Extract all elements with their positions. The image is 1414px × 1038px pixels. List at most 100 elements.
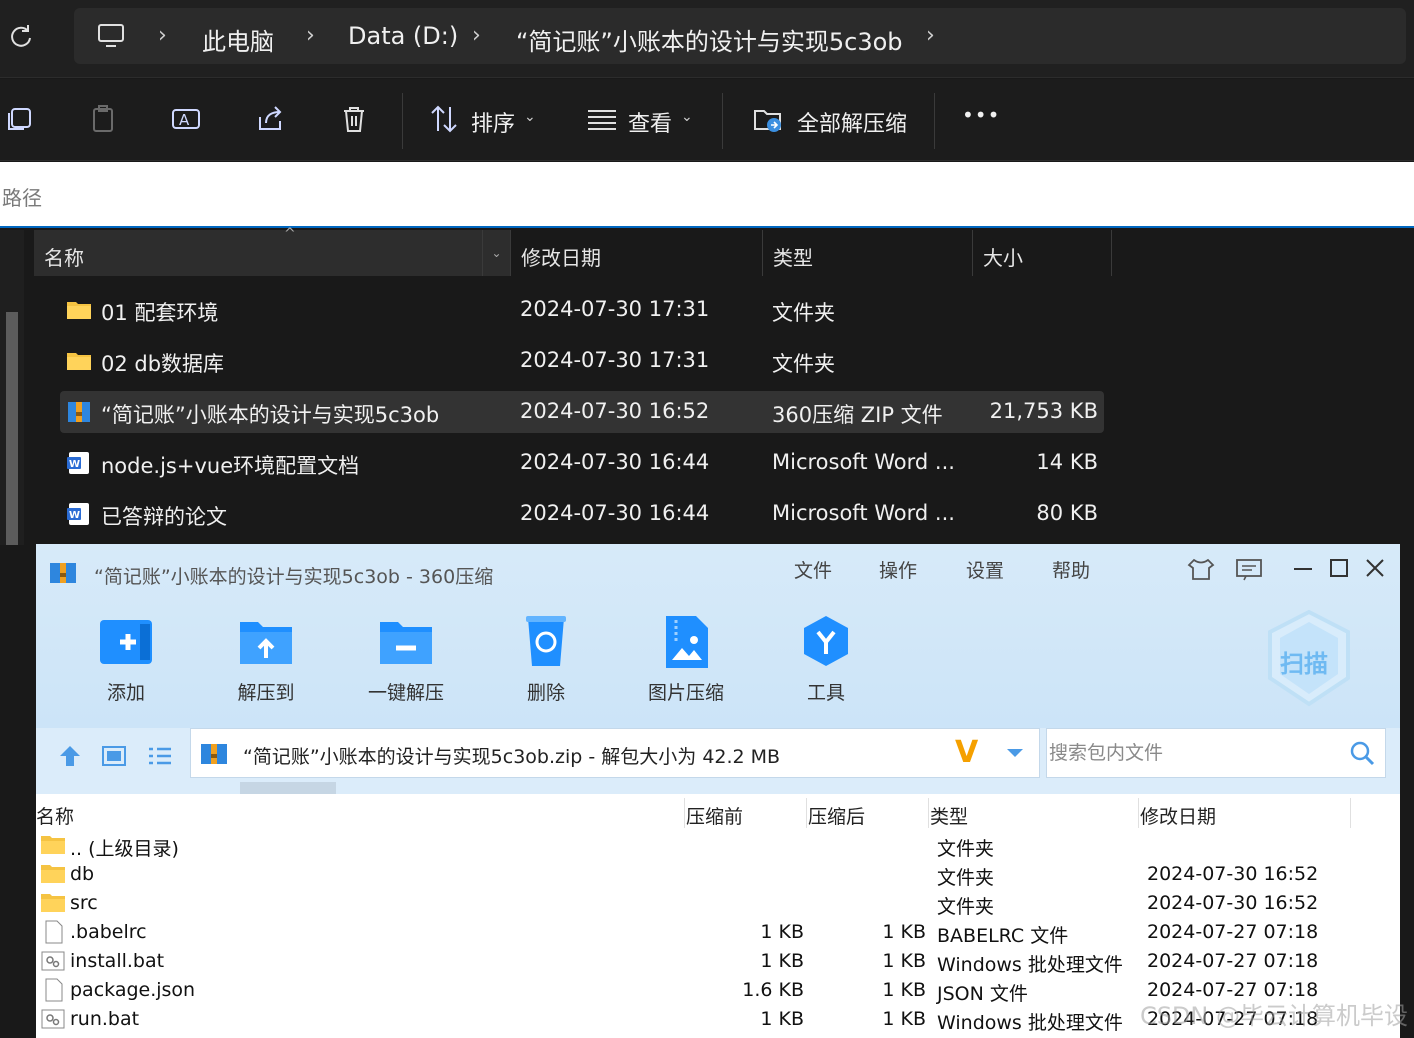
column-divider[interactable] — [1350, 798, 1351, 828]
tools-icon — [804, 616, 848, 666]
archive-row[interactable]: .. (上级目录) 文件夹 — [36, 831, 1400, 860]
sort-button[interactable]: 排序 — [471, 106, 515, 138]
file-row-selected[interactable]: “简记账”小账本的设计与实现5c3ob 2024-07-30 16:52 360… — [60, 391, 1104, 433]
column-header-modified[interactable]: 修改日期 — [510, 230, 762, 276]
share-icon[interactable] — [254, 103, 286, 135]
column-header-after[interactable]: 压缩后 — [808, 802, 865, 829]
list-view-icon[interactable] — [146, 742, 174, 770]
file-row[interactable]: W 已答辩的论文 2024-07-30 16:44 Microsoft Word… — [60, 493, 1104, 535]
thumbnail-view-icon[interactable] — [100, 742, 128, 770]
rename-icon[interactable]: A — [170, 103, 202, 135]
entry-name: package.json — [70, 979, 196, 1001]
close-icon[interactable] — [1358, 554, 1392, 584]
breadcrumb-drive[interactable]: Data (D:) — [348, 22, 458, 50]
column-header-name[interactable]: 名称 — [36, 802, 74, 829]
toolbar-divider — [722, 93, 723, 149]
chevron-down-icon[interactable]: ⌄ — [482, 230, 510, 276]
up-arrow-icon[interactable] — [56, 742, 84, 770]
skin-icon[interactable] — [1184, 554, 1218, 584]
verified-v-icon[interactable]: V — [955, 735, 978, 770]
folder-icon — [41, 865, 65, 883]
column-divider[interactable] — [928, 798, 929, 828]
column-divider[interactable] — [1138, 798, 1139, 828]
column-divider[interactable] — [684, 798, 685, 828]
paste-icon[interactable] — [88, 103, 120, 135]
one-click-extract-button[interactable]: 一键解压 — [346, 614, 466, 714]
chevron-down-icon[interactable]: ⌄ — [524, 109, 536, 125]
path-input[interactable]: 路径 — [0, 162, 1414, 228]
nav-pane-scrollbar[interactable] — [0, 230, 24, 545]
menu-settings[interactable]: 设置 — [966, 556, 1004, 583]
file-row[interactable]: 01 配套环境 2024-07-30 17:31 文件夹 — [60, 289, 1104, 331]
batch-file-icon — [41, 951, 65, 971]
archive-row[interactable]: install.bat 1 KB 1 KB Windows 批处理文件 2024… — [36, 947, 1400, 976]
scan-button[interactable]: 扫描 — [1264, 608, 1354, 708]
archive-row[interactable]: db 文件夹 2024-07-30 16:52 — [36, 860, 1400, 889]
entry-type: 文件夹 — [937, 867, 995, 889]
toolbar-divider — [402, 93, 403, 149]
add-button[interactable]: 添加 — [66, 614, 186, 714]
archive-column-headers: 名称 压缩前 压缩后 类型 修改日期 — [36, 798, 1400, 828]
archive-row[interactable]: src 文件夹 2024-07-30 16:52 — [36, 889, 1400, 918]
image-compress-button[interactable]: 图片压缩 — [626, 614, 746, 714]
column-header-size[interactable]: 大小 — [972, 230, 1112, 276]
sort-icon[interactable] — [428, 103, 460, 135]
tool-label: 图片压缩 — [647, 682, 724, 704]
view-icon[interactable] — [586, 103, 618, 135]
extract-all-button[interactable]: 全部解压缩 — [797, 106, 907, 138]
extract-to-button[interactable]: 解压到 — [206, 614, 326, 714]
archive-search-input[interactable] — [1049, 739, 1339, 767]
extract-all-icon[interactable] — [752, 103, 784, 135]
view-button[interactable]: 查看 — [628, 106, 672, 138]
column-header-before[interactable]: 压缩前 — [686, 802, 743, 829]
breadcrumb-this-pc[interactable]: 此电脑 — [202, 22, 274, 57]
archive-path-field[interactable]: “简记账”小账本的设计与实现5c3ob.zip - 解包大小为 42.2 MB … — [190, 728, 1040, 778]
tools-button[interactable]: 工具 — [766, 614, 886, 714]
file-modified: 2024-07-30 17:31 — [520, 297, 710, 321]
breadcrumb[interactable]: › 此电脑 › Data (D:) › “简记账”小账本的设计与实现5c3ob … — [74, 8, 1406, 64]
extract-to-icon — [240, 622, 292, 664]
entry-name: run.bat — [70, 1008, 140, 1030]
breadcrumb-folder[interactable]: “简记账”小账本的设计与实现5c3ob — [516, 22, 903, 57]
chevron-right-icon[interactable]: › — [926, 23, 935, 48]
delete-button[interactable]: 删除 — [486, 614, 606, 714]
file-type: 文件夹 — [772, 301, 835, 325]
search-icon[interactable] — [1349, 740, 1375, 766]
file-row[interactable]: 02 db数据库 2024-07-30 17:31 文件夹 — [60, 340, 1104, 382]
archive-search-box[interactable] — [1046, 728, 1386, 778]
menu-file[interactable]: 文件 — [794, 556, 832, 583]
minimize-icon[interactable] — [1286, 554, 1320, 584]
zip-window: “简记账”小账本的设计与实现5c3ob - 360压缩 文件 操作 设置 帮助 … — [36, 544, 1400, 1038]
column-header-type[interactable]: 类型 — [930, 802, 968, 829]
entry-size-after: 1 KB — [882, 950, 926, 972]
file-modified: 2024-07-30 16:44 — [520, 450, 710, 474]
chevron-down-icon[interactable]: ⌄ — [681, 109, 693, 125]
column-header-name[interactable]: ^ 名称 ⌄ — [34, 226, 510, 276]
menu-help[interactable]: 帮助 — [1052, 556, 1090, 583]
tool-label: 一键解压 — [367, 682, 444, 704]
column-header-type[interactable]: 类型 — [762, 230, 972, 276]
copy-icon[interactable] — [4, 103, 36, 135]
archive-row[interactable]: .babelrc 1 KB 1 KB BABELRC 文件 2024-07-27… — [36, 918, 1400, 947]
feedback-icon[interactable] — [1232, 554, 1266, 584]
entry-name: .babelrc — [70, 921, 147, 943]
folder-icon — [67, 302, 91, 319]
column-divider[interactable] — [806, 798, 807, 828]
computer-icon[interactable] — [96, 21, 126, 51]
chevron-right-icon: › — [472, 23, 481, 48]
refresh-icon[interactable] — [6, 22, 36, 52]
column-header-modified[interactable]: 修改日期 — [1140, 802, 1216, 829]
menu-operation[interactable]: 操作 — [879, 556, 917, 583]
file-name: 01 配套环境 — [101, 301, 219, 325]
chevron-down-icon[interactable] — [1005, 743, 1025, 763]
file-row[interactable]: W node.js+vue环境配置文档 2024-07-30 16:44 Mic… — [60, 442, 1104, 484]
entry-name: src — [70, 892, 98, 914]
delete-icon[interactable] — [338, 103, 370, 135]
tool-label: 工具 — [806, 682, 845, 704]
maximize-icon[interactable] — [1322, 554, 1356, 584]
more-options-button[interactable]: ••• — [962, 103, 1000, 127]
zip-archive-icon — [201, 744, 227, 764]
entry-type: Windows 批处理文件 — [937, 954, 1123, 976]
column-label: 修改日期 — [521, 246, 601, 270]
scrollbar-thumb[interactable] — [6, 312, 18, 545]
